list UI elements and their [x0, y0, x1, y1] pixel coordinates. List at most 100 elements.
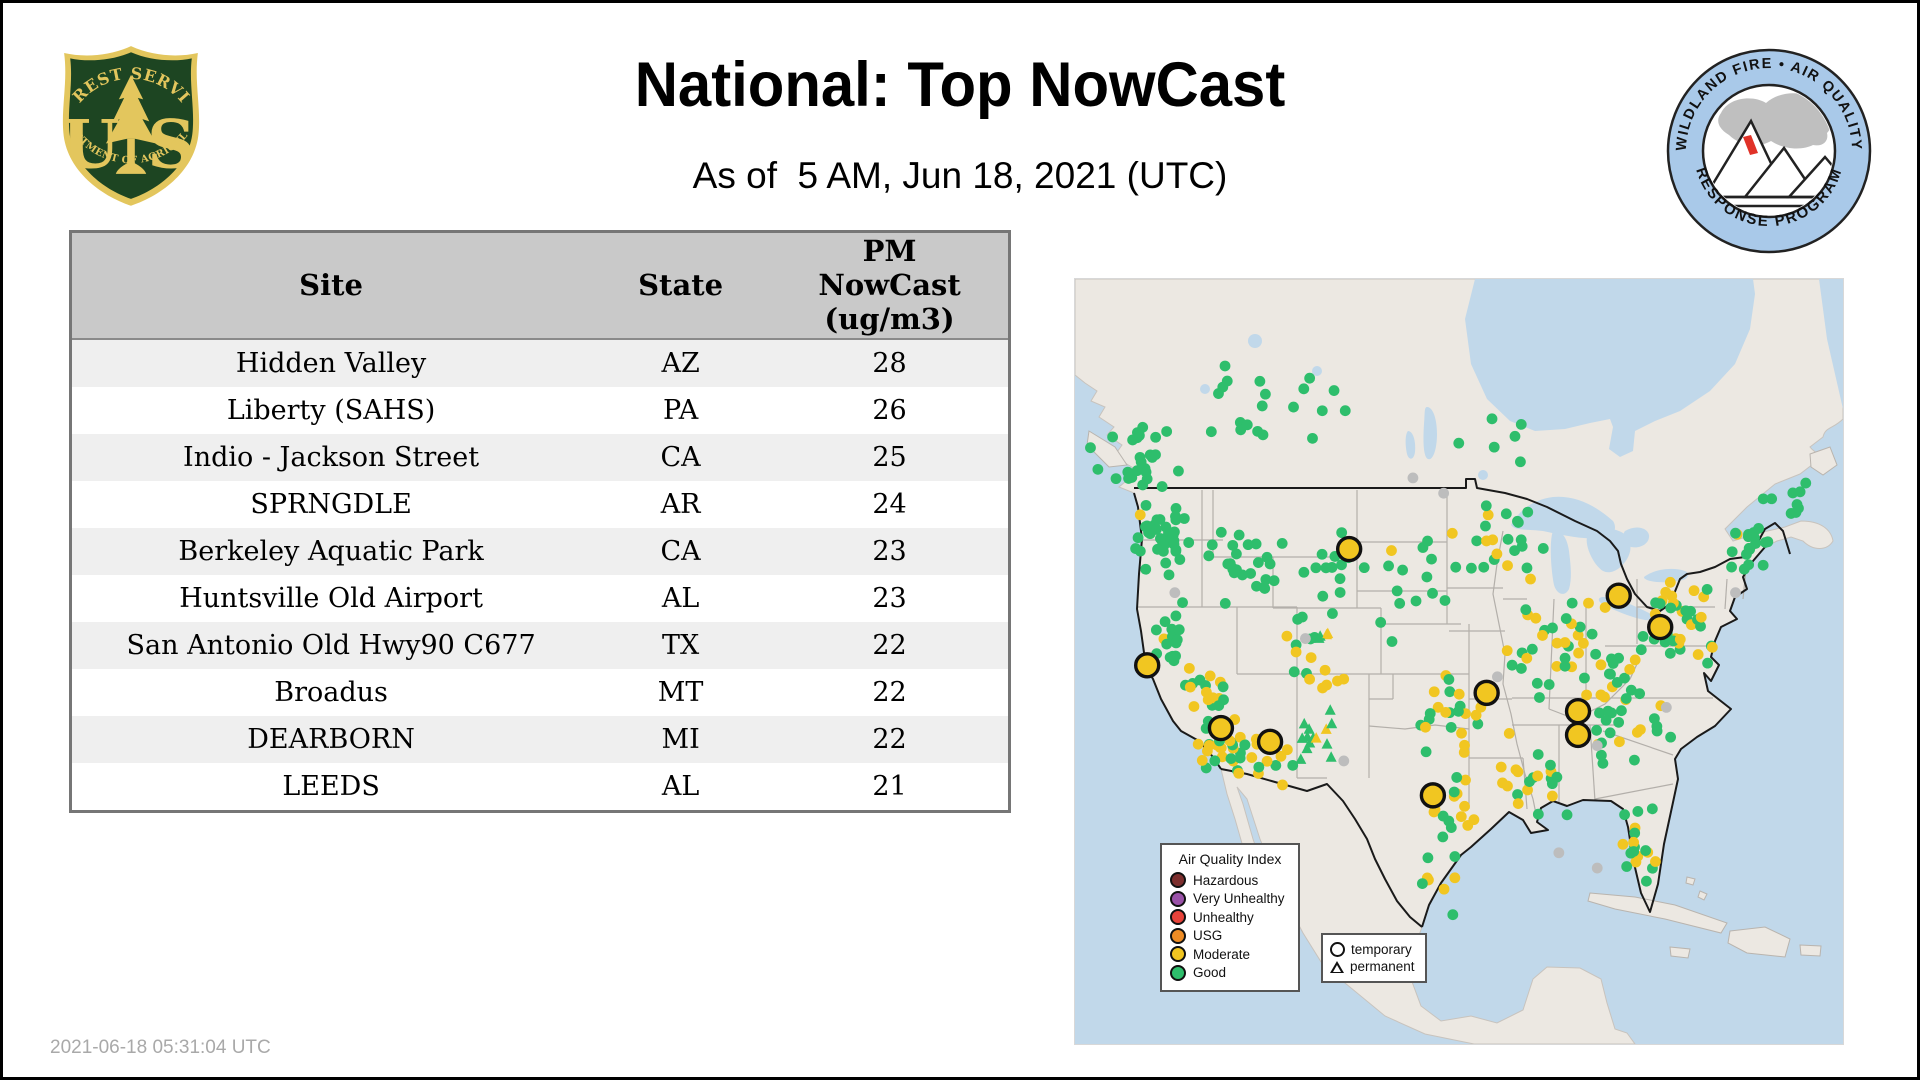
- monitor-marker: [1317, 682, 1328, 694]
- monitor-marker: [1224, 558, 1236, 570]
- featured-site-marker: [1419, 782, 1447, 809]
- monitor-marker: [1170, 610, 1182, 622]
- monitor-marker: [1604, 727, 1616, 739]
- monitor-marker: [1316, 548, 1328, 560]
- monitor-marker: [1520, 604, 1532, 616]
- monitor-marker: [1648, 713, 1660, 725]
- monitor-marker: [1591, 740, 1603, 752]
- monitor-marker: [1726, 561, 1737, 573]
- state-cell: CA: [660, 441, 701, 473]
- monitor-marker: [1480, 520, 1491, 532]
- monitor-marker: [1606, 653, 1617, 665]
- monitor-marker: [1515, 456, 1526, 468]
- monitor-marker: [1092, 463, 1104, 475]
- monitor-marker: [1174, 554, 1186, 565]
- monitor-marker: [1651, 725, 1663, 737]
- monitor-marker: [1161, 426, 1173, 437]
- state-cell: AR: [660, 488, 701, 520]
- monitor-marker: [1443, 674, 1455, 685]
- monitor-marker: [1213, 700, 1225, 712]
- monitor-marker: [1450, 561, 1462, 573]
- monitor-marker: [1203, 550, 1215, 562]
- monitor-marker: [1305, 652, 1317, 663]
- site-cell: DEARBORN: [247, 723, 415, 755]
- monitor-marker: [1509, 545, 1520, 557]
- featured-site-marker: [1564, 698, 1592, 725]
- site-cell: Indio - Jackson Street: [183, 441, 480, 473]
- monitor-marker: [1319, 664, 1331, 676]
- monitor-marker: [1421, 571, 1433, 583]
- monitor-marker: [1702, 657, 1713, 669]
- monitor-marker: [1177, 597, 1188, 609]
- puerto-rico: [1799, 944, 1822, 957]
- monitor-marker: [1515, 663, 1527, 674]
- monitor-marker: [1500, 508, 1512, 520]
- monitor-marker: [1759, 537, 1771, 548]
- monitor-marker: [1665, 602, 1677, 614]
- monitor-marker: [1183, 662, 1195, 674]
- monitor-marker: [1317, 590, 1329, 602]
- monitor-marker: [1201, 745, 1213, 757]
- monitor-marker: [1206, 539, 1218, 551]
- featured-site-marker: [1256, 728, 1284, 756]
- monitor-marker: [1800, 477, 1812, 489]
- site-cell: SPRNGDLE: [250, 488, 412, 520]
- monitor-marker: [1219, 598, 1231, 609]
- monitor-marker: [1394, 597, 1406, 609]
- monitor-marker: [1443, 815, 1455, 827]
- temporary-circle-icon: [1330, 942, 1345, 957]
- monitor-marker: [1521, 562, 1533, 574]
- monitor-marker: [1137, 479, 1149, 491]
- monitor-marker: [1726, 546, 1738, 558]
- monitor-marker: [1328, 385, 1340, 396]
- nowcast-table-body: Hidden Valley AZ 28 Liberty (SAHS) PA 26 Indio…: [70, 338, 1010, 812]
- table-row: DEARBORN MI 22: [70, 715, 1010, 763]
- monitor-marker: [1579, 672, 1590, 684]
- monitor-marker: [1375, 617, 1387, 628]
- monitor-marker: [1427, 587, 1438, 599]
- table-row: Liberty (SAHS) PA 26: [70, 386, 1010, 434]
- monitor-marker: [1502, 560, 1513, 572]
- monitor-marker: [1290, 646, 1302, 658]
- table-row: SPRNGDLE AR 24: [70, 480, 1010, 528]
- monitor-marker: [1471, 535, 1483, 547]
- monitor-marker: [1478, 561, 1490, 573]
- aqi-legend-item: Moderate: [1170, 946, 1290, 962]
- monitor-marker: [1595, 749, 1607, 761]
- monitor-marker: [1635, 644, 1647, 656]
- table-row: Huntsville Old Airport AL 23: [70, 574, 1010, 622]
- monitor-marker: [1748, 527, 1760, 538]
- state-cell: TX: [661, 629, 700, 661]
- monitor-marker: [1204, 670, 1216, 682]
- monitor-marker: [1660, 586, 1672, 598]
- unhealthy-swatch-icon: [1170, 909, 1186, 925]
- nowcast-table: Site State PM NowCast (ug/m3) Hidden Val…: [69, 230, 1011, 813]
- value-cell: 23: [872, 535, 907, 567]
- monitor-marker: [1660, 702, 1672, 713]
- northern-lake-1: [1248, 334, 1262, 348]
- table-row: Broadus MT 22: [70, 668, 1010, 716]
- monitor-marker: [1205, 426, 1217, 438]
- northern-lake-3: [1200, 384, 1210, 394]
- monitor-marker: [1338, 755, 1350, 767]
- monitor-marker: [1492, 671, 1503, 683]
- monitor-marker: [1525, 573, 1536, 585]
- table-row: LEEDS AL 21: [70, 762, 1010, 812]
- monitor-marker: [1310, 562, 1322, 574]
- monitor-marker: [1173, 465, 1184, 477]
- monitor-marker: [1209, 755, 1221, 767]
- monitor-marker: [1537, 630, 1548, 641]
- monitor-marker: [1501, 645, 1513, 657]
- lake-of-the-woods: [1478, 470, 1488, 480]
- monitor-marker: [1420, 721, 1431, 733]
- monitor-marker: [1486, 413, 1498, 425]
- monitor-marker: [1230, 548, 1242, 560]
- monitor-marker: [1534, 692, 1545, 703]
- monitor-marker: [1537, 543, 1549, 554]
- monitor-marker: [1546, 790, 1558, 802]
- monitor-marker: [1619, 809, 1630, 821]
- monitor-marker: [1586, 628, 1598, 640]
- monitor-marker: [1621, 861, 1633, 872]
- monitor-marker: [1532, 749, 1544, 760]
- monitor-marker: [1573, 647, 1584, 659]
